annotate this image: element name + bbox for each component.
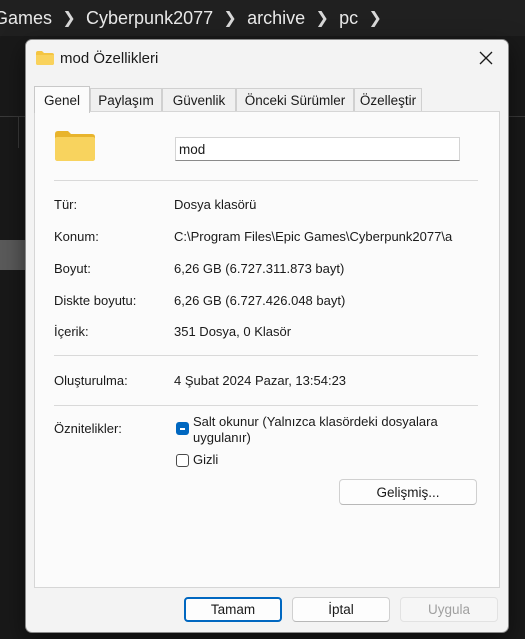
apply-button[interactable]: Uygula [400,597,498,622]
hidden-checkbox[interactable] [176,454,189,467]
hidden-label[interactable]: Gizli [193,452,218,468]
explorer-selected-item[interactable] [0,240,26,270]
dialog-title: mod Özellikleri [60,50,159,67]
explorer-breadcrumb: Games ❯ Cyberpunk2077 ❯ archive ❯ pc ❯ [0,0,525,36]
close-button[interactable] [464,40,508,76]
close-icon [479,51,493,65]
disk-size-value: 6,26 GB (6.727.426.048 bayt) [174,293,346,308]
divider [54,355,478,356]
explorer-divider [18,116,19,148]
type-label: Tür: [54,197,78,212]
ok-button[interactable]: Tamam [184,597,282,622]
disk-size-label: Diskte boyutu: [54,293,137,308]
readonly-checkbox[interactable] [176,422,189,435]
folder-name-input[interactable] [175,137,460,161]
folder-icon [36,51,54,65]
divider [54,405,478,406]
created-label: Oluşturulma: [54,373,128,388]
advanced-button[interactable]: Gelişmiş... [339,479,477,505]
properties-dialog: mod Özellikleri Genel Paylaşım Güvenlik … [25,39,509,633]
readonly-label-cont[interactable]: uygulanır) [193,430,251,446]
size-label: Boyut: [54,261,91,276]
attributes-label: Öznitelikler: [54,421,122,436]
created-value: 4 Şubat 2024 Pazar, 13:54:23 [174,373,347,388]
readonly-label[interactable]: Salt okunur (Yalnızca klasördeki dosyala… [193,414,438,430]
contents-label: İçerik: [54,324,89,339]
cancel-button[interactable]: İptal [292,597,390,622]
general-panel: Tür: Dosya klasörü Konum: C:\Program Fil… [34,111,500,588]
chevron-right-icon[interactable]: ❯ [305,8,339,28]
breadcrumb-item[interactable]: archive [247,8,305,29]
title-bar[interactable]: mod Özellikleri [26,40,508,78]
type-value: Dosya klasörü [174,197,257,212]
tab-general[interactable]: Genel [34,86,90,113]
contents-value: 351 Dosya, 0 Klasör [174,324,292,339]
chevron-right-icon[interactable]: ❯ [213,8,247,28]
tab-customize[interactable]: Özelleştir [354,88,422,111]
size-value: 6,26 GB (6.727.311.873 bayt) [174,261,345,276]
tab-sharing[interactable]: Paylaşım [90,88,162,111]
chevron-right-icon[interactable]: ❯ [358,8,392,28]
folder-icon [55,131,95,161]
chevron-right-icon[interactable]: ❯ [52,8,86,28]
location-label: Konum: [54,229,99,244]
location-value: C:\Program Files\Epic Games\Cyberpunk207… [174,229,453,244]
breadcrumb-item[interactable]: pc [339,8,358,29]
breadcrumb-item[interactable]: Games [0,8,52,29]
tab-previous-versions[interactable]: Önceki Sürümler [236,88,354,111]
divider [54,180,478,181]
breadcrumb-item[interactable]: Cyberpunk2077 [86,8,213,29]
tab-security[interactable]: Güvenlik [162,88,236,111]
